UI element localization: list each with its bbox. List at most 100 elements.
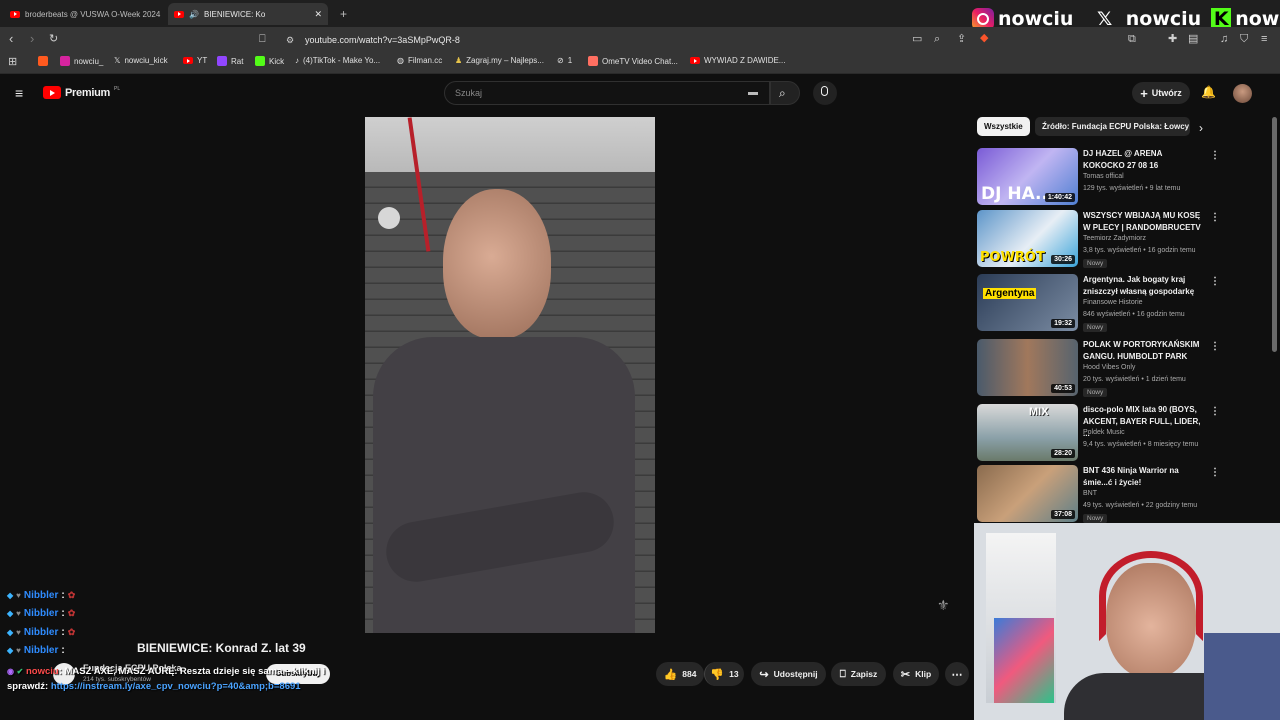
recommendation-item[interactable]: Argentyna 19:32 Argentyna. Jak bogaty kr… [977,274,1220,332]
bookmark-item[interactable] [38,56,48,66]
search-input[interactable]: Szukaj [444,81,770,105]
ometv-icon [588,56,598,66]
chat-text: : [61,590,65,601]
recommendation-title: WSZYSCY WBIJAJĄ MU KOSĘ W PLECY | RANDOM… [1083,211,1201,232]
chat-username: Nibbler [23,608,59,619]
extension-icon[interactable]: ⧉ [1128,33,1136,45]
apps-grid-icon[interactable]: ⊞ [8,56,17,68]
bookmark-item[interactable]: Rat [217,56,243,66]
sidebar-icon[interactable]: ▤ [1188,33,1198,45]
youtube-favicon-icon [174,10,184,18]
share-icon[interactable]: ⇪ [957,33,966,45]
video-duration: 19:32 [1051,319,1075,328]
video-duration: 40:53 [1051,384,1075,393]
more-options-icon[interactable]: ⋮ [1210,467,1220,478]
recommendation-meta: 3,8 tys. wyświetleń • 16 godzin temu [1083,247,1196,254]
microphone-icon [821,86,828,96]
video-player[interactable] [365,117,655,633]
keyboard-icon[interactable]: ▬ [748,87,758,98]
hamburger-menu-icon[interactable]: ≡ [15,85,23,101]
menu-icon[interactable]: ≡ [1261,33,1267,45]
search-button[interactable]: ⌕ [770,81,800,105]
recommendation-item[interactable]: 37:08 BNT 436 Ninja Warrior na śmie...ć … [977,465,1220,523]
webcam-shelf [994,618,1054,703]
badge-icon: ◆ [7,609,14,618]
chat-alert-link[interactable]: https://instream.ly/axe_cpv_nowciu?p=40&… [51,681,301,692]
video-duration: 30:26 [1051,255,1075,264]
bookmark-item[interactable]: nowciu_ [60,56,103,66]
recommendation-item[interactable]: POWRÓT 30:26 WSZYSCY WBIJAJĄ MU KOSĘ W P… [977,210,1220,268]
recommendation-channel: Finansowe Historie [1083,299,1143,306]
recommendation-channel: Teemiorz Zadymiorz [1083,235,1147,242]
chip-all[interactable]: Wszystkie [977,117,1030,136]
bookmark-icon[interactable]: ⎕ [259,33,266,45]
voice-search-button[interactable] [813,81,837,105]
browser-tab-active[interactable]: 🔊 BIENIEWICE: Ko ✕ [168,3,328,25]
chip-source[interactable]: Źródło: Fundacja ECPU Polska: Łowcy [1035,117,1190,136]
puzzle-icon[interactable]: ✚ [1168,33,1177,45]
save-button[interactable]: ⎕ Zapisz [831,662,886,686]
more-options-icon[interactable]: ⋮ [1210,276,1220,287]
bookmark-item[interactable]: Kick [255,56,284,66]
zoom-icon[interactable]: ⌕ [934,33,940,45]
more-options-icon[interactable]: ⋮ [1210,150,1220,161]
brave-shield-icon[interactable]: ◆ [980,32,988,44]
chat-username: nowciu [25,666,59,677]
check-badge-icon: ✔ [16,667,24,676]
more-options-icon[interactable]: ⋮ [1210,212,1220,223]
new-badge: Nowy [1083,388,1108,397]
create-button[interactable]: + Utwórz [1132,82,1190,104]
address-bar[interactable]: youtube.com/watch?v=3aSMpPwQR-8 [305,35,460,45]
recommendation-title: Argentyna. Jak bogaty kraj zniszczył wła… [1083,275,1195,296]
bookmark-item[interactable]: ♪ (4)TikTok - Make Yo... [295,56,380,65]
recommendation-item[interactable]: DJ HA... 1:40:42 DJ HAZEL @ ARENA KOKOCK… [977,148,1220,206]
browser-tab[interactable]: broderbeats @ VUSWA O-Week 2024 [4,3,164,25]
bookmark-item[interactable]: OmeTV Video Chat... [588,56,678,66]
dislike-button[interactable]: 👎 13 [704,662,744,686]
video-frame-person-body [373,337,635,633]
avatar[interactable] [1233,84,1252,103]
thumbnail-text: Argentyna [983,288,1037,299]
search-icon: ⌕ [779,86,786,100]
clip-button[interactable]: ✂ Klip [893,662,939,686]
chat-username: Nibbler [23,645,59,656]
bookmark-item[interactable]: ⊘ 1 [557,56,572,65]
reload-icon[interactable]: ↻ [49,33,58,45]
recommendation-item[interactable]: 40:53 POLAK W PORTORYKAŃSKIM GANGU. HUMB… [977,339,1220,397]
thumbnail-text: MIX [1029,406,1049,418]
music-icon[interactable]: ♫ [1220,33,1228,45]
new-tab-button[interactable]: + [334,3,353,25]
like-button[interactable]: 👍 884 [656,662,704,686]
forward-icon[interactable]: › [30,32,34,45]
close-tab-icon[interactable]: ✕ [314,9,322,20]
screen-icon[interactable]: ▭ [912,33,922,45]
bookmark-item[interactable]: ◍ Filman.cc [397,56,442,65]
more-options-icon[interactable]: ⋮ [1210,406,1220,417]
site-info-icon[interactable]: ⚙ [286,34,294,46]
tab-title: BIENIEWICE: Ko [203,9,266,19]
webcam-couch [1204,633,1280,720]
youtube-logo[interactable]: Premium PL [43,86,120,99]
sidebar-scrollbar[interactable] [1272,117,1277,352]
more-options-icon[interactable]: ⋮ [1210,341,1220,352]
notifications-bell-icon[interactable]: 🔔 [1201,85,1216,99]
vpn-icon[interactable]: ⛉ [1240,33,1248,45]
video-duration: 28:20 [1051,449,1075,458]
video-duration: 1:40:42 [1044,193,1075,202]
tab-title: broderbeats @ VUSWA O-Week 2024 [25,9,161,19]
youtube-favicon-icon [10,10,20,18]
emote-icon: ✿ [67,608,76,618]
chevron-right-icon[interactable]: › [1199,121,1203,135]
more-actions-button[interactable]: ⋯ [945,662,969,686]
recommendation-title: POLAK W PORTORYKAŃSKIM GANGU. HUMBOLDT P… [1083,340,1200,361]
share-button[interactable]: ↪ Udostępnij [751,662,826,686]
bookmark-item[interactable]: ♟ Zagraj.my – Najleps... [455,56,544,65]
bookmark-item[interactable]: WYWIAD Z DAWIDE... [690,56,785,65]
chat-message: ◆ ♥ Nibbler : ✿ [7,608,75,619]
badge-icon: ◆ [7,628,14,637]
bookmark-item[interactable]: YT [183,56,207,65]
back-icon[interactable]: ‹ [9,32,13,45]
bookmark-item[interactable]: 𝕏nowciu_kick [114,56,168,65]
recommendation-item[interactable]: MIX 28:20 disco-polo MIX lata 90 (BOYS, … [977,404,1220,462]
chat-text: : [61,627,65,638]
